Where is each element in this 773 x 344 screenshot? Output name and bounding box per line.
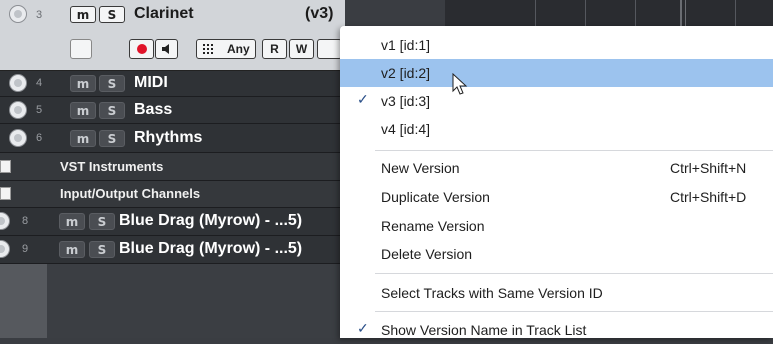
solo-button[interactable]: S bbox=[99, 102, 125, 119]
menu-item-label: Delete Version bbox=[381, 246, 473, 262]
record-enable-button[interactable] bbox=[129, 39, 154, 59]
track-number: 8 bbox=[22, 215, 29, 227]
menu-item-label: v1 [id:1] bbox=[381, 37, 431, 53]
speaker-icon bbox=[162, 44, 169, 54]
solo-button[interactable]: S bbox=[99, 75, 125, 92]
input-routing-button[interactable]: Any bbox=[196, 39, 256, 59]
menu-item-delete-version[interactable]: Delete Version bbox=[340, 240, 773, 268]
menu-item-shortcut: Ctrl+Shift+N bbox=[670, 160, 747, 176]
instrument-icon[interactable] bbox=[9, 101, 27, 119]
menu-separator bbox=[375, 311, 773, 312]
track-name: Rhythms bbox=[134, 129, 203, 146]
track-name: Blue Drag (Myrow) - ...5) bbox=[119, 240, 303, 257]
menu-item-shortcut: Ctrl+Shift+D bbox=[670, 189, 747, 205]
track-color-swatch[interactable] bbox=[70, 39, 92, 59]
menu-separator bbox=[375, 150, 773, 151]
monitor-button[interactable] bbox=[155, 39, 178, 59]
folder-checkbox[interactable] bbox=[0, 187, 11, 200]
mute-button[interactable]: m bbox=[70, 102, 96, 119]
track-row-midi[interactable]: 4 m S MIDI bbox=[0, 71, 345, 97]
track-number: 5 bbox=[36, 104, 43, 116]
folder-label: VST Instruments bbox=[60, 159, 164, 174]
check-icon: ✓ bbox=[357, 91, 369, 107]
folder-row-io-channels[interactable]: Input/Output Channels bbox=[0, 181, 345, 208]
version-context-menu: v1 [id:1] v2 [id:2] ✓ v3 [id:3] v4 [id:4… bbox=[340, 26, 773, 338]
mute-button[interactable]: m bbox=[59, 241, 85, 258]
menu-item-label: v4 [id:4] bbox=[381, 121, 431, 137]
menu-item-version-v4[interactable]: v4 [id:4] bbox=[340, 115, 773, 143]
menu-item-label: Show Version Name in Track List bbox=[381, 322, 587, 338]
menu-item-version-v1[interactable]: v1 [id:1] bbox=[340, 31, 773, 59]
instrument-icon[interactable] bbox=[9, 129, 27, 147]
track-list: 3 m S Clarinet (v3) Any R W 4 m S MIDI 5… bbox=[0, 0, 345, 338]
mute-button[interactable]: m bbox=[70, 130, 96, 147]
mute-button[interactable]: m bbox=[59, 213, 85, 230]
menu-item-rename-version[interactable]: Rename Version bbox=[340, 212, 773, 240]
check-icon: ✓ bbox=[357, 320, 369, 336]
mute-button[interactable]: m bbox=[70, 75, 96, 92]
track-name: Clarinet bbox=[134, 5, 194, 22]
solo-button[interactable]: S bbox=[99, 6, 125, 23]
menu-item-version-v2[interactable]: v2 [id:2] bbox=[340, 59, 773, 87]
menu-item-select-same-version-id[interactable]: Select Tracks with Same Version ID bbox=[340, 279, 773, 307]
folder-label: Input/Output Channels bbox=[60, 186, 201, 201]
track-row-bass[interactable]: 5 m S Bass bbox=[0, 97, 345, 124]
menu-item-label: v3 [id:3] bbox=[381, 93, 431, 109]
track-row-clarinet[interactable]: 3 m S Clarinet (v3) Any R W bbox=[0, 0, 345, 71]
menu-item-label: v2 [id:2] bbox=[381, 65, 431, 81]
track-number: 9 bbox=[22, 243, 29, 255]
instrument-icon[interactable] bbox=[0, 240, 10, 258]
input-routing-label: Any bbox=[227, 42, 250, 56]
record-icon bbox=[137, 44, 147, 54]
track-number: 3 bbox=[36, 9, 43, 21]
menu-item-duplicate-version[interactable]: Duplicate Version Ctrl+Shift+D bbox=[340, 183, 773, 211]
edit-button[interactable] bbox=[317, 39, 342, 59]
menu-item-version-v3[interactable]: ✓ v3 [id:3] bbox=[340, 87, 773, 115]
solo-button[interactable]: S bbox=[99, 130, 125, 147]
mouse-cursor-icon bbox=[452, 73, 468, 95]
track-number: 4 bbox=[36, 77, 43, 89]
automation-write-button[interactable]: W bbox=[289, 39, 314, 59]
instrument-icon[interactable] bbox=[9, 74, 27, 92]
menu-separator bbox=[375, 273, 773, 274]
solo-button[interactable]: S bbox=[89, 213, 115, 230]
track-row-rhythms[interactable]: 6 m S Rhythms bbox=[0, 124, 345, 153]
track-name: MIDI bbox=[134, 74, 168, 91]
menu-item-new-version[interactable]: New Version Ctrl+Shift+N bbox=[340, 154, 773, 182]
folder-row-vst-instruments[interactable]: VST Instruments bbox=[0, 153, 345, 181]
menu-item-label: Duplicate Version bbox=[381, 189, 490, 205]
instrument-icon[interactable] bbox=[0, 212, 10, 230]
instrument-icon[interactable] bbox=[9, 5, 27, 23]
menu-item-label: New Version bbox=[381, 160, 460, 176]
mute-button[interactable]: m bbox=[70, 6, 96, 23]
track-name: Bass bbox=[134, 101, 173, 118]
automation-read-button[interactable]: R bbox=[262, 39, 287, 59]
track-row-blue-drag-8[interactable]: 8 m S Blue Drag (Myrow) - ...5) bbox=[0, 208, 345, 236]
menu-item-label: Select Tracks with Same Version ID bbox=[381, 285, 603, 301]
track-number: 6 bbox=[36, 132, 43, 144]
track-row-blue-drag-9[interactable]: 9 m S Blue Drag (Myrow) - ...5) bbox=[0, 236, 345, 264]
routing-icon bbox=[203, 44, 213, 54]
solo-button[interactable]: S bbox=[89, 241, 115, 258]
folder-checkbox[interactable] bbox=[0, 160, 11, 173]
track-version-label: (v3) bbox=[305, 5, 334, 22]
menu-item-show-version-name[interactable]: ✓ Show Version Name in Track List bbox=[340, 316, 773, 344]
track-name: Blue Drag (Myrow) - ...5) bbox=[119, 212, 303, 229]
menu-item-label: Rename Version bbox=[381, 218, 485, 234]
